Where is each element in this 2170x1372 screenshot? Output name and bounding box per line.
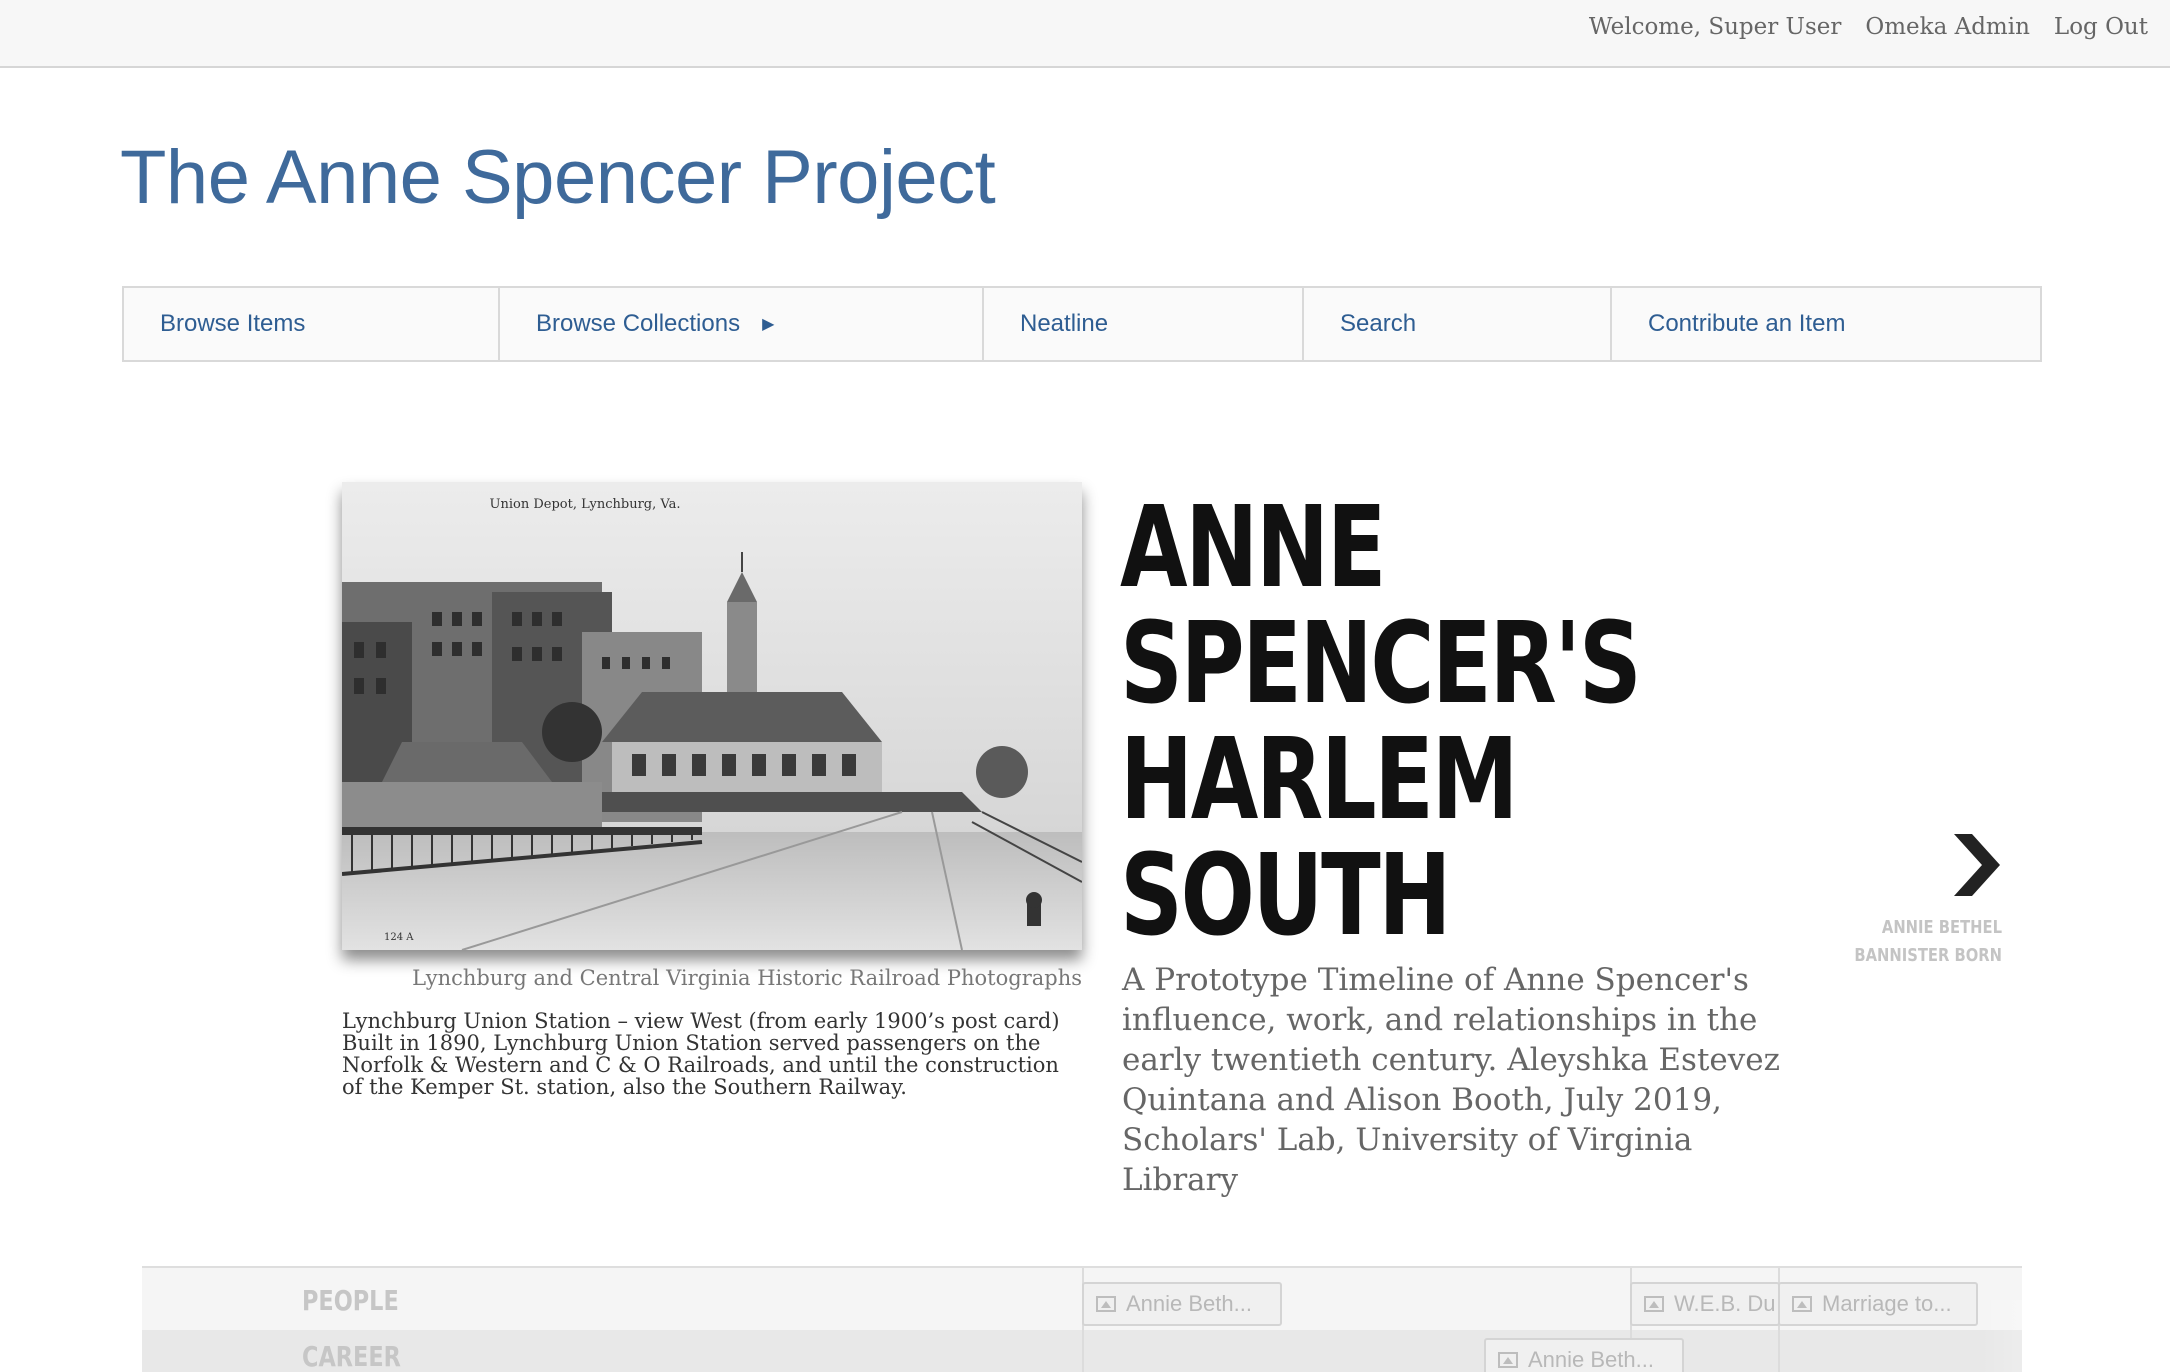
timeline-row-label: PEOPLE: [302, 1284, 399, 1317]
welcome-link[interactable]: Welcome, Super User: [1589, 14, 1842, 40]
photo-number: 124 A: [384, 932, 414, 943]
image-icon: [1096, 1296, 1116, 1312]
headline-line: ANNE: [1120, 483, 1386, 613]
image-icon: [1644, 1296, 1664, 1312]
next-label-line: BANNISTER BORN: [1854, 945, 2002, 966]
omeka-admin-link[interactable]: Omeka Admin: [1865, 14, 2030, 40]
admin-links: Welcome, Super User Omeka Admin Log Out: [1589, 14, 2148, 40]
nav-neatline[interactable]: Neatline: [984, 288, 1304, 360]
admin-bar: Welcome, Super User Omeka Admin Log Out: [0, 0, 2170, 68]
next-slide-label[interactable]: ANNIE BETHEL BANNISTER BORN: [1853, 914, 2002, 970]
slide-photo: Union Depot, Lynchburg, Va. 124 A: [342, 482, 1082, 950]
nav-search-label: Search: [1340, 310, 1417, 337]
nav-contribute-item-label: Contribute an Item: [1648, 310, 1846, 337]
photo-inscription: Union Depot, Lynchburg, Va.: [490, 497, 681, 512]
nav-contribute-item[interactable]: Contribute an Item: [1612, 288, 2040, 360]
timeline-fade: [1980, 1300, 2170, 1372]
main-nav: Browse Items Browse Collections ▶ Neatli…: [122, 286, 2042, 362]
slide-headline: ANNE SPENCER'S HARLEM SOUTH: [1120, 490, 1682, 954]
nav-browse-collections[interactable]: Browse Collections ▶: [500, 288, 984, 360]
timeline-item[interactable]: Annie Beth...: [1082, 1282, 1282, 1326]
headline-line: SPENCER'S: [1120, 599, 1642, 729]
log-out-link[interactable]: Log Out: [2054, 14, 2148, 40]
timeline-item[interactable]: Annie Beth...: [1484, 1338, 1684, 1372]
nav-neatline-label: Neatline: [1020, 310, 1109, 337]
nav-browse-collections-label: Browse Collections: [536, 310, 741, 337]
nav-browse-items[interactable]: Browse Items: [124, 288, 500, 360]
timeline-row-label: CAREER: [302, 1340, 401, 1372]
chevron-right-icon[interactable]: [1950, 830, 2004, 900]
nav-search[interactable]: Search: [1304, 288, 1612, 360]
next-label-line: ANNIE BETHEL: [1881, 917, 2002, 938]
nav-browse-items-label: Browse Items: [160, 310, 306, 337]
timeline-item-label: Annie Beth...: [1126, 1291, 1252, 1316]
timeline-item-label: Marriage to...: [1822, 1291, 1952, 1316]
photo-credit: Lynchburg and Central Virginia Historic …: [412, 966, 1082, 990]
submenu-arrow-icon[interactable]: ▶: [762, 314, 774, 334]
timeline-item-label: W.E.B. Du: [1674, 1291, 1776, 1316]
timeline-item-label: Annie Beth...: [1528, 1347, 1654, 1372]
photo-caption: Lynchburg Union Station – view West (fro…: [342, 1009, 1060, 1099]
image-icon: [1792, 1296, 1812, 1312]
site-title[interactable]: The Anne Spencer Project: [120, 134, 996, 221]
timeline-item[interactable]: Marriage to...: [1778, 1282, 1978, 1326]
slide-subtitle: A Prototype Timeline of Anne Spencer's i…: [1122, 962, 1780, 1198]
image-icon: [1498, 1352, 1518, 1368]
headline-line: HARLEM: [1120, 715, 1519, 845]
timeline-item[interactable]: W.E.B. Du: [1630, 1282, 1780, 1326]
headline-line: SOUTH: [1120, 831, 1451, 961]
timeline[interactable]: PEOPLE CAREER Annie Beth... W.E.B. Du Ma…: [142, 1266, 2022, 1372]
